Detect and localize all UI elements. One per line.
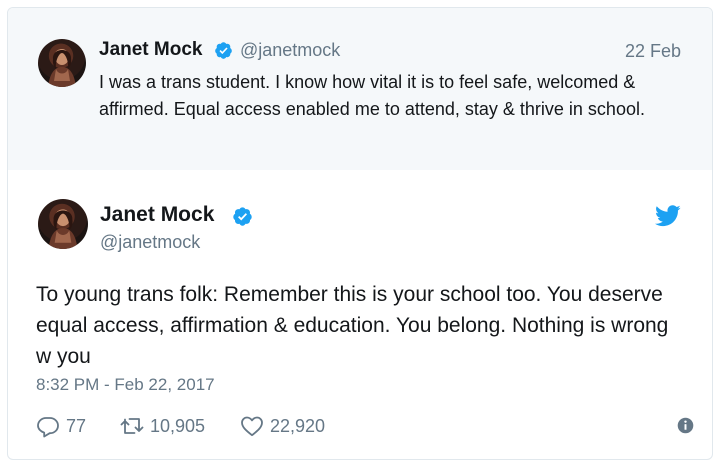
retweet-icon: [120, 418, 144, 434]
author-name[interactable]: Janet Mock: [99, 39, 202, 61]
embedded-tweet-card: Janet Mock @janetmock 22 Feb I was a tra…: [7, 7, 713, 460]
like-heart-icon: [241, 416, 263, 437]
tweet-timestamp[interactable]: 8:32 PM - Feb 22, 2017: [36, 375, 215, 395]
like-count: 22,920: [270, 415, 326, 436]
reply-icon: [37, 417, 59, 438]
tweet-actions: 77 10,905 22,920: [36, 413, 696, 439]
twitter-bird-icon[interactable]: [655, 205, 681, 227]
like-button[interactable]: 22,920: [240, 413, 325, 439]
retweet-count: 10,905: [150, 415, 206, 436]
avatar-image: [48, 209, 78, 249]
context-tweet[interactable]: Janet Mock @janetmock 22 Feb I was a tra…: [8, 8, 712, 170]
author-handle[interactable]: @janetmock: [100, 232, 200, 253]
verified-badge-icon: [215, 42, 232, 59]
tweet-date[interactable]: 22 Feb: [625, 41, 681, 62]
context-tweet-text: I was a trans student. I know how vital …: [99, 72, 645, 119]
avatar-image: [48, 49, 76, 87]
avatar[interactable]: [38, 199, 88, 249]
reply-count: 77: [66, 415, 87, 436]
retweet-button[interactable]: 10,905: [120, 413, 205, 439]
info-icon[interactable]: [677, 417, 694, 434]
verified-badge-icon: [233, 207, 252, 226]
author-name[interactable]: Janet Mock: [100, 203, 214, 227]
reply-button[interactable]: 77: [36, 413, 86, 439]
tweet-text: To young trans folk: Remember this is yo…: [36, 283, 669, 368]
author-handle[interactable]: @janetmock: [240, 40, 340, 61]
avatar[interactable]: [38, 39, 86, 87]
